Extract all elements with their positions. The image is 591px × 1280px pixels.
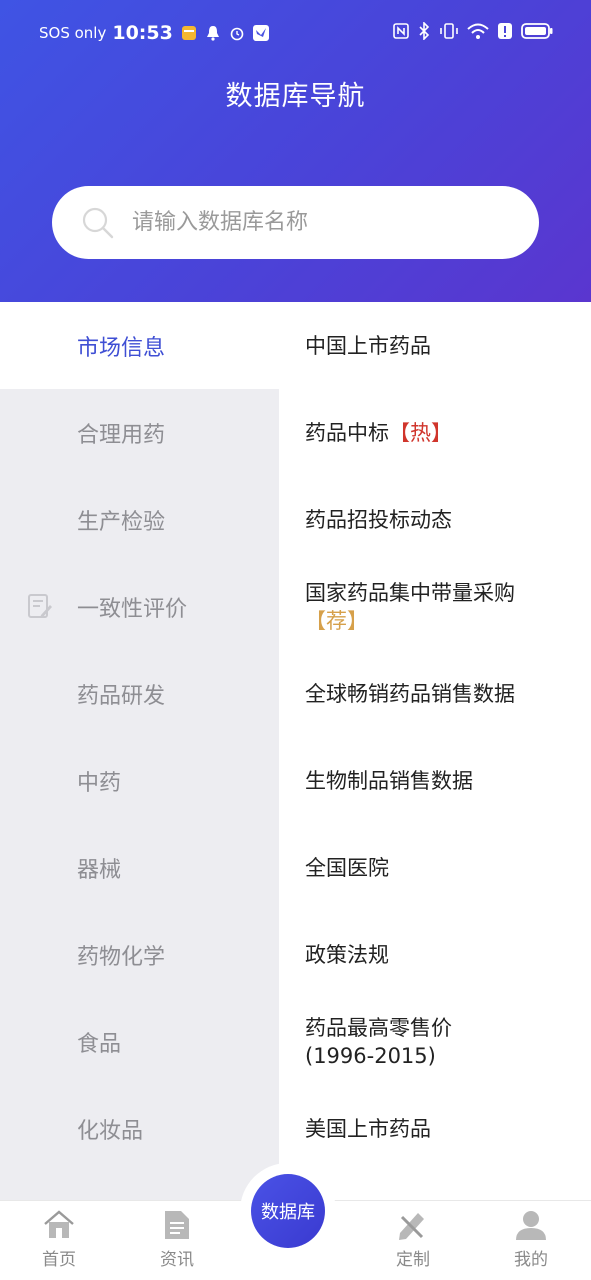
nav-mine[interactable]: 我的 (491, 1209, 571, 1270)
item-label: 全球畅销药品销售数据 (305, 681, 515, 706)
alarm-icon (229, 25, 245, 41)
item-label: 药品中标 (305, 420, 389, 445)
category-label: 中药 (77, 770, 122, 796)
clock: 10:53 (112, 22, 173, 44)
list-item[interactable]: 药品中标【热】 (279, 389, 591, 476)
search-icon (78, 203, 118, 243)
carrier-text: SOS only (39, 24, 107, 42)
category-label: 化妆品 (77, 1118, 144, 1144)
item-label: 全国医院 (305, 855, 389, 880)
item-label-row: 药品中标【热】 (305, 419, 591, 447)
item-label: 政策法规 (305, 942, 389, 967)
category-drug-rd[interactable]: 药品研发 (0, 650, 279, 737)
list-item[interactable]: 药品招投标动态 (279, 476, 591, 563)
database-list: 中国上市药品 药品中标【热】 药品招投标动态 国家药品集中带量采购 【荐】 全球… (279, 302, 591, 1200)
alert-icon (497, 22, 513, 45)
nav-home[interactable]: 首页 (19, 1209, 99, 1270)
battery-icon (521, 22, 553, 45)
category-label: 器械 (77, 857, 122, 883)
category-consistency-evaluation[interactable]: 一致性评价 (0, 563, 279, 650)
notes-app-icon (181, 25, 197, 41)
category-tcm[interactable]: 中药 (0, 737, 279, 824)
list-item[interactable]: 中国上市药品 (279, 302, 591, 389)
page-title: 数据库导航 (225, 81, 366, 112)
category-food[interactable]: 食品 (0, 998, 279, 1085)
category-rational-drug-use[interactable]: 合理用药 (0, 389, 279, 476)
category-menu: 市场信息 合理用药 生产检验 一致性评价 药品研发 中药 器械 药物化学 食品 (0, 302, 279, 1200)
item-label: 药品最高零售价 (305, 1015, 452, 1040)
user-icon (516, 1211, 546, 1240)
list-item[interactable]: 美国上市药品 (279, 1085, 591, 1172)
status-bar: SOS only 10:53 (0, 16, 591, 50)
category-label: 一致性评价 (77, 596, 188, 622)
bluetooth-icon (417, 21, 431, 45)
category-label: 生产检验 (77, 509, 166, 535)
category-market-info[interactable]: 市场信息 (0, 302, 279, 389)
nav-custom-label: 定制 (396, 1250, 430, 1270)
document-icon (165, 1211, 189, 1239)
header: SOS only 10:53 数据库导航 请输入数据库名称 (0, 0, 591, 302)
category-label: 食品 (77, 1031, 122, 1057)
nav-database-wrap: 数据库 (240, 1163, 336, 1259)
nav-mine-label: 我的 (514, 1250, 548, 1270)
category-label: 市场信息 (77, 335, 166, 361)
list-item[interactable]: 药品最高零售价 (1996-2015) (279, 998, 591, 1085)
vibrate-icon (439, 22, 459, 45)
hot-tag: 【热】 (389, 420, 452, 445)
app-page: SOS only 10:53 数据库导航 请输入数据库名称 市场信息 合理用药 … (0, 0, 591, 1280)
list-item[interactable]: 政策法规 (279, 911, 591, 998)
item-label: 国家药品集中带量采购 (305, 580, 515, 605)
category-cosmetics[interactable]: 化妆品 (0, 1085, 279, 1172)
item-label: 药品招投标动态 (305, 507, 452, 532)
nav-home-label: 首页 (42, 1250, 76, 1270)
bell-icon (205, 25, 221, 41)
search-input[interactable] (132, 210, 492, 235)
item-label: 美国上市药品 (305, 1116, 431, 1141)
category-devices[interactable]: 器械 (0, 824, 279, 911)
recommend-tag: 【荐】 (305, 608, 368, 633)
edit-document-icon (27, 593, 53, 621)
nav-database-label: 数据库 (261, 1202, 315, 1223)
list-item[interactable]: 国家药品集中带量采购 【荐】 (279, 563, 591, 650)
nav-news-label: 资讯 (160, 1250, 194, 1270)
nav-news[interactable]: 资讯 (137, 1209, 217, 1270)
pencil-ruler-icon (399, 1213, 424, 1240)
status-left: SOS only 10:53 (39, 22, 277, 44)
category-medicinal-chemistry[interactable]: 药物化学 (0, 911, 279, 998)
nav-database-button[interactable]: 数据库 (251, 1174, 325, 1248)
category-label: 药物化学 (77, 944, 166, 970)
item-label: 中国上市药品 (305, 333, 431, 358)
category-production-inspection[interactable]: 生产检验 (0, 476, 279, 563)
category-label: 药品研发 (77, 683, 166, 709)
item-label-line2: (1996-2015) (305, 1043, 436, 1068)
category-label: 合理用药 (77, 422, 166, 448)
item-label: 生物制品销售数据 (305, 768, 473, 793)
search-bar[interactable] (52, 186, 539, 259)
list-item[interactable]: 生物制品销售数据 (279, 737, 591, 824)
home-icon (44, 1210, 74, 1238)
nav-custom[interactable]: 定制 (373, 1209, 453, 1270)
list-item[interactable]: 全球畅销药品销售数据 (279, 650, 591, 737)
app-bird-icon (252, 25, 269, 41)
list-item[interactable]: 全国医院 (279, 824, 591, 911)
wifi-icon (467, 22, 489, 45)
status-right (385, 21, 553, 45)
nfc-icon (393, 23, 409, 44)
